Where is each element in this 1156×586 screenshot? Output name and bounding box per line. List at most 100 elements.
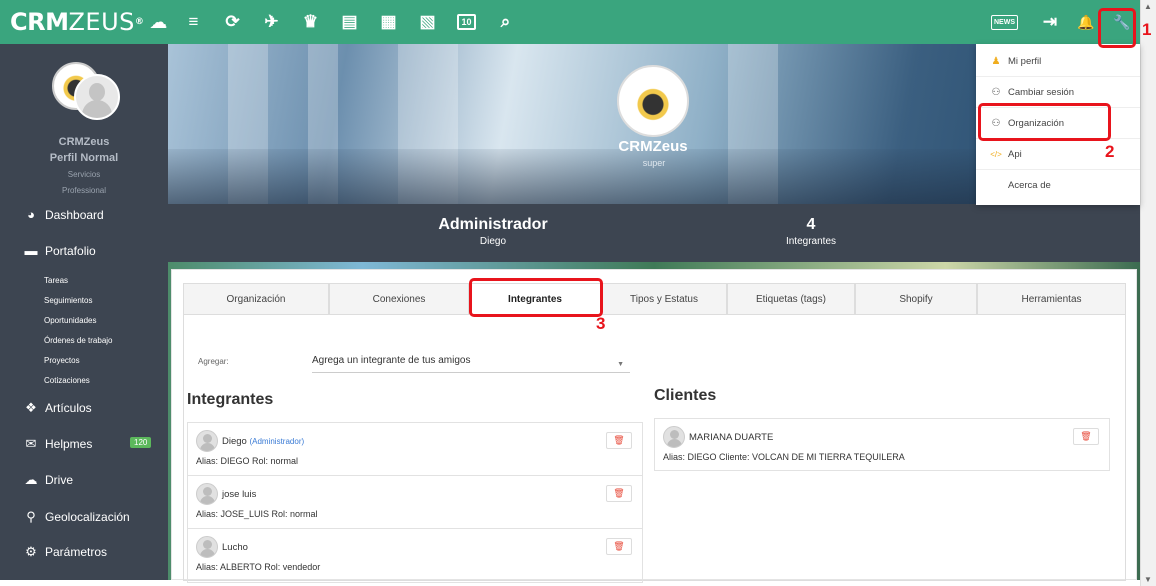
member-role-link[interactable]: (Administrador) — [249, 437, 304, 446]
menu-item-api[interactable]: </> Api — [976, 139, 1140, 170]
menu-item-label: Mi perfil — [1008, 55, 1042, 67]
delete-button[interactable]: 🗑 — [606, 485, 632, 502]
member-alias: Alias: ALBERTO Rol: vendedor — [196, 562, 321, 572]
sidebar-item-helpmes[interactable]: ✉ Helpmes 120 — [22, 436, 152, 452]
sidebar-line1: Servicios — [67, 170, 101, 179]
sidebar-subitem[interactable]: Proyectos — [44, 356, 80, 365]
member-avatar — [663, 426, 685, 448]
add-member-select-value: Agrega un integrante de tus amigos — [312, 355, 471, 366]
trash-icon: 🗑 — [613, 435, 625, 445]
scroll-up-icon[interactable]: ▲ — [1144, 2, 1152, 11]
sidebar-item-artculos[interactable]: ❖ Artículos — [22, 400, 152, 416]
sidebar-item-label: Portafolio — [45, 243, 96, 258]
menu-item-acercade[interactable]: Acerca de — [976, 170, 1140, 201]
scroll-down-icon[interactable]: ▼ — [1144, 575, 1152, 584]
sidebar-subitem[interactable]: Oportunidades — [44, 316, 96, 325]
portafolio-icon: ▬ — [24, 243, 38, 258]
sidebar-item-label: Helpmes — [45, 437, 93, 451]
annotation-box-1 — [1098, 8, 1136, 48]
stats-bar: Administrador Diego 4 Integrantes — [168, 204, 1140, 262]
news-icon[interactable]: NEWS — [991, 14, 1018, 30]
tab-herramientas[interactable]: Herramientas — [977, 283, 1126, 315]
brand-logo[interactable]: CRM ZEUS ® ☁ — [0, 0, 168, 44]
sidebar-item-label: Drive — [45, 473, 74, 487]
artculos-icon: ❖ — [25, 400, 37, 415]
menu-item-label: Api — [1008, 148, 1022, 160]
sidebar-subitem[interactable]: Órdenes de trabajo — [44, 336, 113, 345]
sidebar-item-label: Artículos — [45, 401, 92, 415]
sidebar-subitem[interactable]: Cotizaciones — [44, 376, 90, 385]
member-name[interactable]: MARIANA DUARTE — [689, 432, 773, 443]
notes-icon[interactable]: ▤ — [330, 0, 369, 44]
sidebar-item-label: Dashboard — [45, 207, 104, 222]
api-icon: </> — [990, 149, 1002, 159]
member-row: Diego (Administrador) Alias: DIEGO Rol: n… — [188, 423, 642, 476]
menu-item-miperfil[interactable]: ♟ Mi perfil — [976, 46, 1140, 77]
brand-name-bold: CRM — [10, 8, 69, 36]
sidebar-item-label: Parámetros — [45, 545, 108, 559]
member-name[interactable]: Lucho — [222, 542, 248, 553]
user-avatar[interactable] — [52, 62, 122, 124]
member-alias: Alias: JOSE_LUIS Rol: normal — [196, 509, 318, 519]
helpmes-count-badge: 120 — [130, 437, 152, 448]
brand-registered: ® — [134, 17, 144, 27]
annotation-number-1: 1 — [1142, 20, 1152, 39]
cloud-icon: ☁ — [149, 11, 167, 33]
member-name-text: Diego — [222, 436, 247, 447]
members-stat: 4 Integrantes — [761, 216, 861, 247]
miperfil-icon: ♟ — [991, 55, 1001, 67]
top-bar: CRM ZEUS ® ☁ ≡ ⟳ ✈ ♛ ▤ ▦ ▧ 10 ⌕ NEWS ⇥ 🔔 🔧 — [0, 0, 1140, 44]
member-row: Lucho Alias: ALBERTO Rol: vendedor 🗑 — [188, 529, 642, 582]
clients-title: Clientes — [654, 387, 717, 404]
admin-stat-value: Administrador — [438, 216, 548, 233]
sidebar-item-drive[interactable]: ☁ Drive — [22, 472, 152, 488]
delete-button[interactable]: 🗑 — [606, 432, 632, 449]
add-member-select[interactable]: Agrega un integrante de tus amigos ▼ — [312, 351, 630, 373]
refresh-icon[interactable]: ⟳ — [213, 0, 252, 44]
clients-list: MARIANA DUARTE Alias: DIEGO Cliente: VOLC… — [654, 418, 1110, 471]
tab-shopify[interactable]: Shopify — [855, 283, 977, 315]
sidebar-subitem[interactable]: Seguimientos — [44, 296, 92, 305]
member-name[interactable]: Diego (Administrador) — [222, 436, 304, 447]
delete-button[interactable]: 🗑 — [606, 538, 632, 555]
document-icon[interactable]: ▧ — [408, 0, 447, 44]
tab-tiposyestatus[interactable]: Tipos y Estatus — [601, 283, 727, 315]
sidebar-line2: Professional — [61, 186, 107, 195]
member-name-text: Lucho — [222, 542, 248, 553]
tab-organizacin[interactable]: Organización — [183, 283, 329, 315]
member-avatar — [196, 536, 218, 558]
geolocalizacin-icon: ⚲ — [26, 509, 36, 524]
brand-name-thin: ZEUS — [68, 8, 135, 36]
search-icon[interactable]: ⌕ — [486, 0, 525, 44]
menu-icon[interactable]: ≡ — [174, 0, 213, 44]
logout-icon[interactable]: ⇥ — [1032, 0, 1068, 44]
tab-conexiones[interactable]: Conexiones — [329, 283, 469, 315]
admin-stat: Administrador Diego — [418, 216, 568, 247]
agregar-label: Agregar: — [198, 357, 229, 366]
handshake-icon[interactable]: ✈ — [252, 0, 291, 44]
sidebar-profile: Perfil Normal — [49, 152, 119, 164]
calendar-day: 10 — [457, 14, 476, 30]
annotation-number-2: 2 — [1105, 142, 1115, 161]
member-row: jose luis Alias: JOSE_LUIS Rol: normal 🗑 — [188, 476, 642, 529]
calendar-icon[interactable]: 10 — [447, 0, 486, 44]
helpmes-icon: ✉ — [25, 436, 37, 451]
member-name-text: MARIANA DUARTE — [689, 432, 774, 443]
members-title: Integrantes — [187, 391, 274, 408]
trash-icon: 🗑 — [613, 541, 625, 551]
vertical-scrollbar[interactable]: ▲ ▼ — [1140, 0, 1156, 586]
annotation-box-2 — [978, 103, 1111, 141]
sidebar-item-parmetros[interactable]: ⚙ Parámetros — [22, 544, 152, 560]
sidebar-subitem[interactable]: Tareas — [44, 276, 68, 285]
sidebar-item-dashboard[interactable]: ◕ Dashboard — [22, 207, 152, 222]
members-list: Diego (Administrador) Alias: DIEGO Rol: n… — [187, 422, 643, 583]
sidebar-item-geolocalizacin[interactable]: ⚲ Geolocalización — [22, 509, 152, 525]
delete-button[interactable]: 🗑 — [1073, 428, 1099, 445]
calculator-icon[interactable]: ▦ — [369, 0, 408, 44]
member-name[interactable]: jose luis — [222, 489, 256, 500]
trophy-icon[interactable]: ♛ — [291, 0, 330, 44]
tab-etiquetastags[interactable]: Etiquetas (tags) — [727, 283, 855, 315]
sidebar-item-portafolio[interactable]: ▬ Portafolio — [22, 243, 152, 258]
trash-icon: 🗑 — [613, 488, 625, 498]
drive-icon: ☁ — [24, 472, 38, 487]
